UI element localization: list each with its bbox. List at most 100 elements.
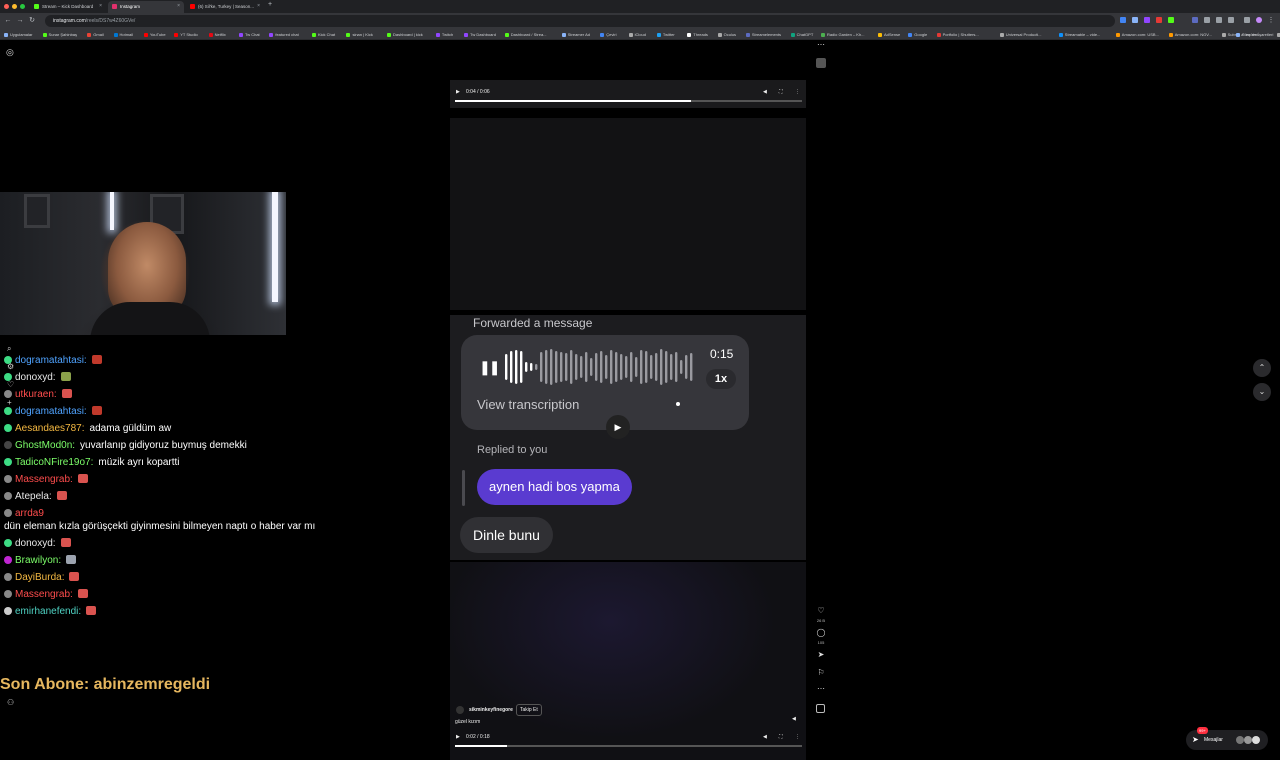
user-icon[interactable]: ⚇ [7,698,14,707]
chevron-down-icon[interactable]: ⌄ [1253,383,1271,401]
close-window-icon[interactable] [4,4,9,9]
bookmark-item[interactable]: Oculus [717,29,736,39]
chat-username[interactable]: emirhanefendi: [15,606,81,617]
minimize-window-icon[interactable] [12,4,17,9]
chat-username[interactable]: DayiBurda: [15,572,64,583]
pause-icon[interactable]: ❚❚ [479,359,501,376]
extension-icon[interactable] [1120,17,1126,23]
bookmark-item[interactable]: Amazon.com: USB... [1115,29,1159,39]
more-icon[interactable]: ⋮ [795,89,800,95]
bookmark-item[interactable]: sinan | Kick [346,29,373,39]
bookmark-item[interactable]: Kick Chat [312,29,335,39]
tab-instagram[interactable]: Instagram × [108,1,184,13]
bookmark-item[interactable]: Portfolio | Shutters... [936,29,979,39]
bookmark-item[interactable]: Uygulamalar [4,29,32,39]
back-arrow-icon[interactable]: ← [3,15,13,27]
playback-speed-button[interactable]: 1x [706,369,736,389]
chat-username[interactable]: dogramatahtasi: [15,355,87,366]
maximize-window-icon[interactable] [20,4,25,9]
extension-icon[interactable] [1168,17,1174,23]
chat-username[interactable]: GhostMod0n: [15,440,75,451]
bookmark-item[interactable]: Dashboard | kick [387,29,423,39]
bookmark-item[interactable]: iCloud [628,29,646,39]
forward-arrow-icon[interactable]: → [15,15,25,27]
tab-kick-dashboard[interactable]: Stream – Kick Dashboard × [30,1,106,13]
bookmark-item[interactable]: Threads [687,29,708,39]
chat-username[interactable]: TadicoNFire19o7: [15,457,93,468]
url-field[interactable]: instagram.com/reels/DS7w4Z60GVe/ [45,15,1115,27]
chat-username[interactable]: Atepela: [15,491,52,502]
play-button[interactable]: ▶ [606,415,630,439]
chat-username[interactable]: arrda9 [15,508,44,519]
all-bookmarks-item[interactable]: Tüm Yer İşaretleri [1236,29,1273,39]
extension-icon[interactable] [1192,17,1198,23]
chat-username[interactable]: Aesandaes787: [15,423,85,434]
extension-icon[interactable] [1156,17,1162,23]
bookmark-item[interactable]: featured chat [269,29,299,39]
share-icon[interactable]: ➤ [815,650,827,659]
voice-message[interactable]: ❚❚ 0:15 1x View transcription [461,335,749,430]
chat-username[interactable]: donoxyd: [15,372,56,383]
chat-username[interactable]: donoxyd: [15,538,56,549]
extension-icon[interactable] [1144,17,1150,23]
bookmark-item[interactable]: Gmail [87,29,104,39]
reel-username[interactable]: sikminkeyfinegore [469,707,513,713]
mute-icon[interactable]: ◀ [792,716,796,722]
kebab-menu-icon[interactable]: ⋮ [1266,15,1276,27]
audio-thumb[interactable] [816,58,826,68]
extension-icon[interactable] [1216,17,1222,23]
extension-icon[interactable] [1204,17,1210,23]
bookmark-item[interactable]: Streamer Ad [561,29,590,39]
bookmark-icon[interactable]: ⚐ [815,668,827,677]
bookmark-item[interactable]: Streamelements [745,29,781,39]
video-progress[interactable] [455,745,802,747]
audio-thumb[interactable] [816,704,825,713]
bookmark-item[interactable]: Çeviri [600,29,617,39]
bookmark-item[interactable]: Twitter [656,29,675,39]
bookmark-item[interactable]: ChatGPT [790,29,813,39]
bookmark-item[interactable]: YT Studio [174,29,198,39]
bookmark-item[interactable]: Streamable – vide... [1058,29,1100,39]
puzzle-icon[interactable] [1228,17,1234,23]
volume-icon[interactable]: ◀ [763,89,767,95]
chat-username[interactable]: Massengrab: [15,589,73,600]
top-video[interactable]: ▶ 0:04 / 0:06 ◀ ⛶ ⋮ [450,80,806,108]
reel-video[interactable] [450,118,806,310]
chat-username[interactable]: dogramatahtasi: [15,406,87,417]
close-tab-icon[interactable]: × [177,1,180,12]
view-transcription-link[interactable]: View transcription [477,397,579,412]
new-tab-button[interactable]: + [268,1,272,8]
bookmark-item[interactable]: Radio Garden – Kh... [820,29,865,39]
chat-username[interactable]: utkuraen: [15,389,57,400]
bookmark-item[interactable]: Twitch [435,29,453,39]
side-panel-icon[interactable] [1244,17,1250,23]
bookmark-item[interactable]: Universal Producti... [999,29,1042,39]
messages-button[interactable]: ➤ 99+ Mesajlar [1186,727,1268,750]
chevron-up-icon[interactable]: ⌃ [1253,359,1271,377]
bookmark-item[interactable]: Sunar Şahinbaş [42,29,77,39]
audio-waveform[interactable] [505,348,700,386]
chat-username[interactable]: Massengrab: [15,474,73,485]
volume-icon[interactable]: ◀ [763,734,767,740]
play-icon[interactable]: ▶ [456,89,460,95]
instagram-logo-icon[interactable]: ◎ [6,47,16,57]
more-options-icon[interactable]: ⋯ [815,684,827,693]
reload-icon[interactable]: ↻ [27,15,37,27]
bottom-video[interactable]: sikminkeyfinegore Takip Et güzel kızım ◀… [450,562,806,760]
tab-youtube[interactable]: (6) Sil'ke, Turkey | Season... × [186,1,264,13]
bookmark-item[interactable]: Netflix [208,29,226,39]
video-progress[interactable] [455,100,802,102]
bookmark-item[interactable]: YouTube [143,29,166,39]
fullscreen-icon[interactable]: ⛶ [779,89,783,95]
bookmark-item[interactable]: Amazon.com: NGV... [1168,29,1212,39]
more-icon[interactable]: ⋮ [795,734,800,740]
like-heart-icon[interactable]: ♡ [815,606,827,615]
bookmark-item[interactable]: Google [908,29,927,39]
chat-username[interactable]: Brawilyon: [15,555,61,566]
comment-icon[interactable]: ◯ [815,628,827,637]
bookmark-item[interactable]: Dashboard / Strea... [504,29,547,39]
extension-icon[interactable] [1132,17,1138,23]
play-icon[interactable]: ▶ [456,734,460,740]
profile-avatar[interactable] [1256,17,1262,23]
close-tab-icon[interactable]: × [99,1,102,12]
